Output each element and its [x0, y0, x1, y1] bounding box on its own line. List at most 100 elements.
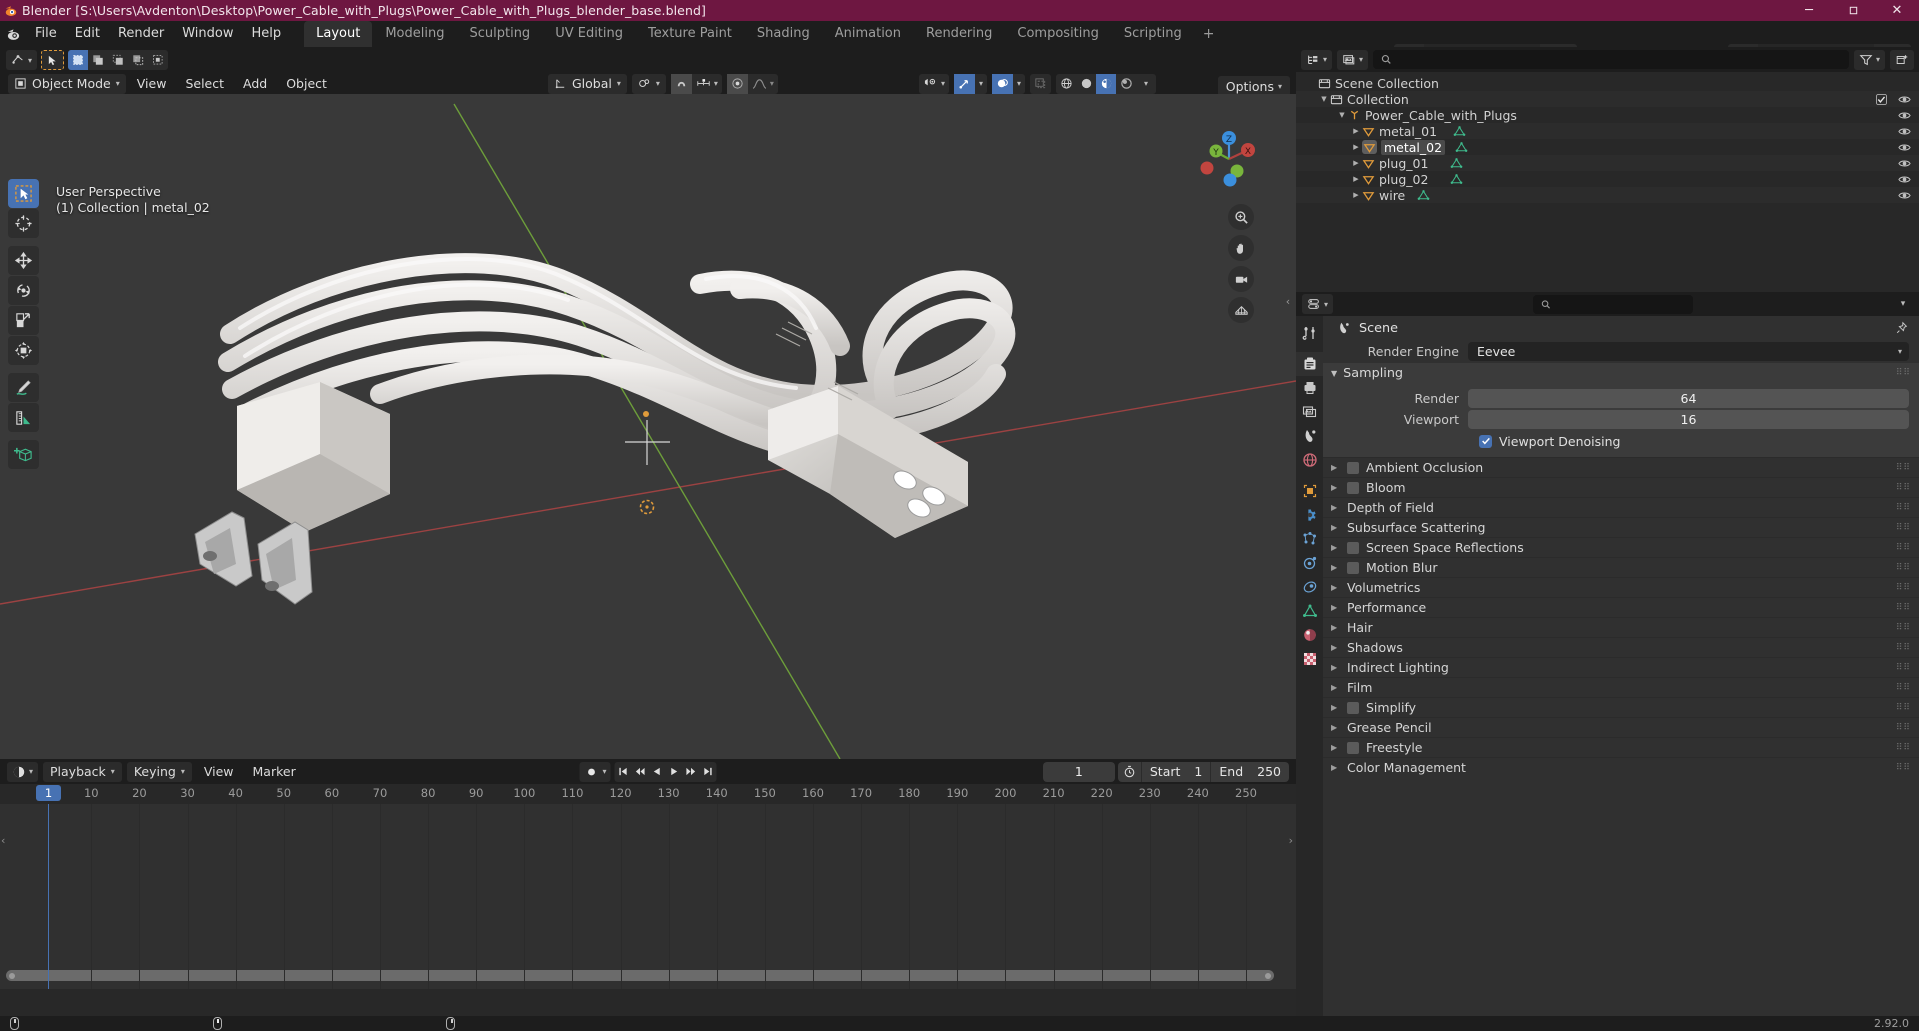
timeline-horizontal-scrollbar[interactable]	[6, 970, 1274, 981]
properties-search[interactable]	[1533, 294, 1694, 314]
physics-tab-icon[interactable]	[1296, 551, 1323, 575]
overlay-dropdown-icon[interactable]: ▾	[1013, 74, 1025, 94]
snap-target-icon[interactable]: ▾	[692, 74, 722, 94]
mesh-data-icon[interactable]	[1450, 157, 1463, 170]
section-film[interactable]: ▶ Film ⠿⠿	[1323, 677, 1919, 697]
select-set-icon[interactable]	[68, 50, 89, 70]
workspace-tab-sculpting[interactable]: Sculpting	[457, 21, 542, 47]
viewport-menu-add[interactable]: Add	[235, 74, 275, 94]
outliner-search[interactable]	[1373, 50, 1849, 69]
section-subsurface-scattering[interactable]: ▶ Subsurface Scattering ⠿⠿	[1323, 517, 1919, 537]
section-freestyle[interactable]: ▶ Freestyle ⠿⠿	[1323, 737, 1919, 757]
end-frame-field[interactable]: End 250	[1210, 761, 1289, 782]
timeline-ruler[interactable]: 10 20 30 40 50 60 70 80 90 100 110 120 130 140 150 160 1…	[0, 784, 1296, 804]
viewport-options-button[interactable]: Options ▾	[1217, 76, 1290, 96]
outliner-editor-type-button[interactable]: ▾	[1301, 49, 1333, 70]
workspace-tab-rendering[interactable]: Rendering	[914, 21, 1004, 47]
pivot-point-selector[interactable]: ▾	[631, 73, 666, 94]
section-performance[interactable]: ▶ Performance ⠿⠿	[1323, 597, 1919, 617]
outliner-row-metal-01[interactable]: ▶ metal_01	[1296, 123, 1919, 139]
expand-arrow[interactable]: ▶	[1350, 191, 1362, 199]
snap-magnet-icon[interactable]	[670, 73, 692, 94]
viewport-denoising-checkbox[interactable]	[1479, 434, 1492, 448]
expand-arrow[interactable]: ▶	[1350, 159, 1362, 167]
falloff-curve-icon[interactable]: ▾	[748, 74, 778, 94]
timeline-editor-type-button[interactable]: ▾	[7, 761, 39, 782]
section-color-management[interactable]: ▶ Color Management ⠿⠿	[1323, 757, 1919, 777]
mesh-data-icon[interactable]	[1455, 141, 1468, 154]
proportional-edit-icon[interactable]	[726, 73, 748, 94]
outliner-row-metal-02[interactable]: ▶ metal_02	[1296, 139, 1919, 155]
material-preview-shading-icon[interactable]	[1096, 73, 1116, 94]
section-motion-blur[interactable]: ▶ Motion Blur ⠿⠿	[1323, 557, 1919, 577]
scale-tool-icon[interactable]	[8, 306, 39, 335]
mesh-data-icon[interactable]	[1417, 189, 1430, 202]
wireframe-shading-icon[interactable]	[1056, 74, 1076, 94]
outliner-filter-button[interactable]: ▾	[1853, 49, 1885, 70]
section-indirect-lighting[interactable]: ▶ Indirect Lighting ⠿⠿	[1323, 657, 1919, 677]
section-ambient-occlusion[interactable]: ▶ Ambient Occlusion ⠿⠿	[1323, 457, 1919, 477]
expand-arrow[interactable]: ▼	[1336, 111, 1348, 119]
eye-icon[interactable]	[1898, 173, 1911, 186]
add-workspace-button[interactable]: +	[1195, 26, 1223, 42]
jump-to-end-button[interactable]	[700, 762, 717, 782]
workspace-tab-scripting[interactable]: Scripting	[1112, 21, 1194, 47]
object-tab-icon[interactable]	[1296, 479, 1323, 503]
timeline-playhead[interactable]: 1	[36, 785, 61, 989]
show-gizmo-icon[interactable]	[953, 73, 975, 94]
close-button[interactable]: ✕	[1875, 0, 1919, 21]
pin-icon[interactable]	[1895, 321, 1909, 335]
outliner-new-collection-button[interactable]	[1890, 49, 1914, 70]
eye-icon[interactable]	[1898, 93, 1911, 106]
blender-menu-icon[interactable]	[0, 21, 26, 47]
viewport-samples-field[interactable]: 16	[1468, 410, 1909, 429]
toggle-orthographic-icon[interactable]	[1228, 297, 1254, 323]
maximize-button[interactable]	[1831, 0, 1875, 21]
next-keyframe-button[interactable]	[683, 762, 700, 782]
viewport-menu-object[interactable]: Object	[278, 74, 335, 94]
section-enable-checkbox[interactable]	[1347, 561, 1359, 574]
menu-edit[interactable]: Edit	[66, 24, 109, 44]
section-volumetrics[interactable]: ▶ Volumetrics ⠿⠿	[1323, 577, 1919, 597]
menu-window[interactable]: Window	[173, 24, 242, 44]
section-screen-space-reflections[interactable]: ▶ Screen Space Reflections ⠿⠿	[1323, 537, 1919, 557]
render-engine-dropdown[interactable]: Eevee ▾	[1468, 342, 1909, 361]
object-mode-selector[interactable]: Object Mode ▾	[8, 73, 126, 94]
viewport-menu-view[interactable]: View	[129, 74, 175, 94]
camera-view-icon[interactable]	[1228, 266, 1254, 292]
render-tab-icon[interactable]	[1296, 352, 1323, 376]
transform-orientation-selector[interactable]: Global ▾	[548, 73, 627, 94]
expand-arrow[interactable]: ▶	[1350, 127, 1362, 135]
timeline-scroll-left-icon[interactable]: ‹	[1, 834, 5, 847]
outliner-display-mode-button[interactable]: ▾	[1337, 49, 1369, 70]
properties-search-input[interactable]	[1556, 297, 1686, 311]
viewport-menu-select[interactable]: Select	[177, 74, 232, 94]
workspace-tab-texture-paint[interactable]: Texture Paint	[636, 21, 744, 47]
section-simplify[interactable]: ▶ Simplify ⠿⠿	[1323, 697, 1919, 717]
properties-editor-type-button[interactable]: ▾	[1302, 294, 1334, 314]
texture-tab-icon[interactable]	[1296, 647, 1323, 671]
pan-view-icon[interactable]	[1228, 235, 1254, 261]
material-tab-icon[interactable]	[1296, 623, 1323, 647]
workspace-tab-modeling[interactable]: Modeling	[373, 21, 456, 47]
annotate-tool-icon[interactable]	[8, 373, 39, 402]
modifiers-tab-icon[interactable]	[1296, 503, 1323, 527]
mesh-data-icon[interactable]	[1453, 125, 1466, 138]
workspace-tab-uv-editing[interactable]: UV Editing	[543, 21, 635, 47]
properties-options-chevron-down-icon[interactable]: ▾	[1893, 299, 1913, 309]
outliner-row-collection[interactable]: ▼ Collection	[1296, 91, 1919, 107]
timeline-menu-view[interactable]: View	[197, 762, 241, 782]
sampling-panel-header[interactable]: ▼ Sampling ⠿⠿	[1323, 363, 1919, 384]
playback-menu[interactable]: Playback ▾	[43, 761, 122, 782]
workspace-tab-animation[interactable]: Animation	[823, 21, 913, 47]
play-reverse-button[interactable]	[649, 762, 666, 782]
expand-arrow[interactable]: ▼	[1318, 95, 1330, 103]
expand-arrow[interactable]: ▶	[1350, 175, 1362, 183]
timeline-track-area[interactable]: ‹ › 1	[0, 785, 1296, 989]
zoom-view-icon[interactable]	[1228, 204, 1254, 230]
workspace-tab-shading[interactable]: Shading	[745, 21, 822, 47]
timeline-menu-marker[interactable]: Marker	[246, 762, 303, 782]
section-enable-checkbox[interactable]	[1347, 481, 1359, 494]
outliner-row-plug-02[interactable]: ▶ plug_02	[1296, 171, 1919, 187]
toggle-xray-icon[interactable]	[1030, 74, 1051, 94]
